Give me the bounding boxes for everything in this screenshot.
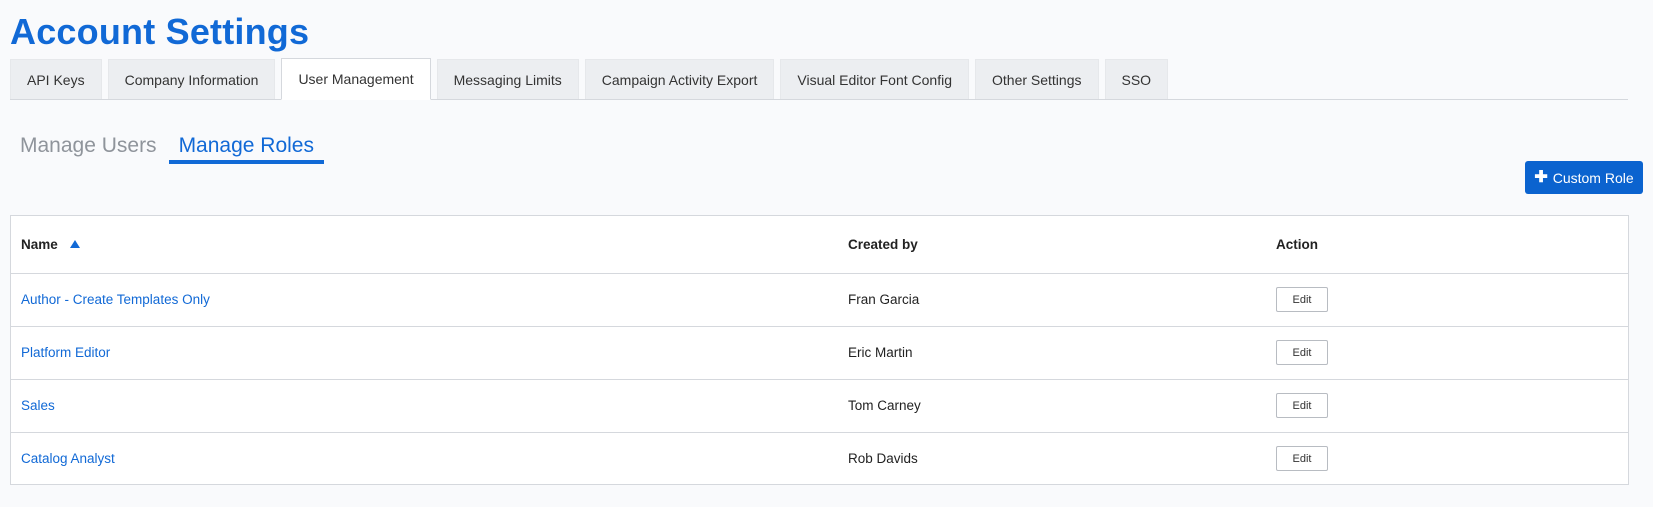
table-row: Catalog Analyst Rob Davids Edit xyxy=(11,432,1628,485)
subtab-manage-roles[interactable]: Manage Roles xyxy=(168,132,324,164)
table-row: Platform Editor Eric Martin Edit xyxy=(11,326,1628,379)
created-by-cell: Tom Carney xyxy=(848,398,921,413)
custom-role-label: Custom Role xyxy=(1552,169,1634,186)
created-by-cell: Rob Davids xyxy=(848,451,918,467)
role-name-link[interactable]: Author - Create Templates Only xyxy=(21,292,210,307)
action-cell: Edit xyxy=(1266,432,1628,485)
created-by-cell: Eric Martin xyxy=(848,345,913,360)
page-title: Account Settings xyxy=(10,11,310,52)
tab-company-information[interactable]: Company Information xyxy=(107,59,276,99)
plus-icon: ✚ xyxy=(1534,168,1548,186)
role-name-cell: Author - Create Templates Only xyxy=(11,273,838,326)
column-header-name[interactable]: Name xyxy=(11,216,838,273)
tab-api-keys[interactable]: API Keys xyxy=(10,59,102,99)
role-name-link[interactable]: Platform Editor xyxy=(21,345,110,360)
column-header-action: Action xyxy=(1276,236,1318,252)
sort-ascending-icon[interactable] xyxy=(69,239,80,248)
created-by-cell: Fran Garcia xyxy=(848,292,920,307)
add-custom-role-button[interactable]: ✚ Custom Role xyxy=(1525,161,1643,194)
edit-role-button[interactable]: Edit xyxy=(1276,287,1328,312)
role-name-cell: Catalog Analyst xyxy=(11,432,838,485)
role-name-cell: Platform Editor xyxy=(11,326,838,379)
edit-role-button[interactable]: Edit xyxy=(1276,446,1328,472)
tab-visual-editor-font-config[interactable]: Visual Editor Font Config xyxy=(780,59,969,99)
table-row: Author - Create Templates Only Fran Garc… xyxy=(11,273,1628,326)
edit-role-button[interactable]: Edit xyxy=(1276,340,1328,365)
table-row: Sales Tom Carney Edit xyxy=(11,379,1628,432)
roles-table: Name Created by Action Author - Create T… xyxy=(11,216,1628,485)
role-name-cell: Sales xyxy=(11,379,838,432)
tab-campaign-activity-export[interactable]: Campaign Activity Export xyxy=(584,59,775,99)
roles-table-container: Name Created by Action Author - Create T… xyxy=(10,215,1629,485)
tab-messaging-limits[interactable]: Messaging Limits xyxy=(436,59,579,99)
role-name-link[interactable]: Sales xyxy=(21,398,55,413)
tab-other-settings[interactable]: Other Settings xyxy=(975,59,1099,99)
action-cell: Edit xyxy=(1266,273,1628,326)
edit-role-button[interactable]: Edit xyxy=(1276,393,1328,418)
account-settings-page: Account Settings API Keys Company Inform… xyxy=(0,0,1653,507)
column-header-created-by: Created by xyxy=(848,236,918,252)
role-name-link[interactable]: Catalog Analyst xyxy=(21,451,115,466)
user-management-subtabs: Manage Users Manage Roles xyxy=(10,132,324,164)
tab-sso[interactable]: SSO xyxy=(1104,59,1169,99)
table-header-row: Name Created by Action xyxy=(11,216,1628,273)
column-header-name-label: Name xyxy=(21,236,58,252)
action-cell: Edit xyxy=(1266,379,1628,432)
action-cell: Edit xyxy=(1266,326,1628,379)
settings-tab-bar: API Keys Company Information User Manage… xyxy=(10,58,1628,100)
tab-user-management[interactable]: User Management xyxy=(281,58,431,100)
subtab-manage-users[interactable]: Manage Users xyxy=(10,132,167,164)
